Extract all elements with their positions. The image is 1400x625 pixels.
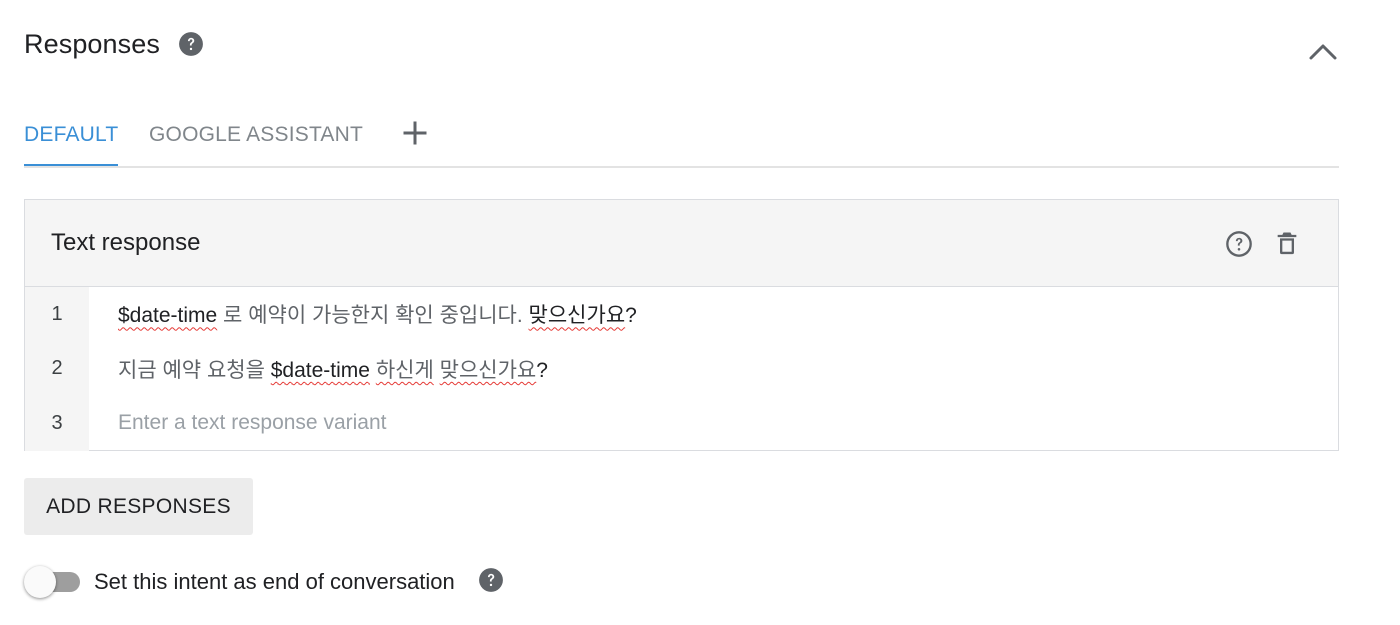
add-responses-button[interactable]: ADD RESPONSES [24,478,253,535]
row-number: 2 [25,341,89,396]
plus-icon[interactable] [402,120,428,146]
responses-header: Responses [24,24,204,64]
card-header: Text response [25,200,1338,287]
chevron-up-icon[interactable] [1306,34,1340,68]
tab-google-assistant[interactable]: GOOGLE ASSISTANT [149,108,363,164]
help-outline-icon[interactable] [1225,230,1253,258]
response-row: 2 지금 예약 요청을 $date-time 하신게 맞으신가요? [25,341,1338,396]
entity-token: $date-time [270,358,370,382]
section-title: Responses [24,28,160,59]
entity-token: $date-time [118,304,218,328]
tab-default[interactable]: DEFAULT [24,108,119,166]
toggle-knob [24,566,56,598]
misspelled-word: 맞으신가요 [439,358,537,382]
response-text[interactable]: $date-time 로 예약이 가능한지 확인 중입니다. 맞으신가요? [89,299,637,329]
response-text-segment: 로 예약이 가능한지 확인 중입니다. [217,304,529,328]
row-number: 3 [25,396,89,451]
response-text-segment: 지금 예약 요청을 [118,358,271,382]
response-row: 3 [25,396,1338,451]
row-number: 1 [25,287,89,342]
response-rows: 1 $date-time 로 예약이 가능한지 확인 중입니다. 맞으신가요? … [25,287,1338,451]
response-text-segment: ? [625,304,637,328]
misspelled-word: 맞으신가요 [528,304,626,328]
trash-icon[interactable] [1273,229,1301,257]
help-icon[interactable] [178,31,204,57]
end-conversation-label: Set this intent as end of conversation [94,569,455,594]
response-variant-input[interactable] [89,410,1020,437]
response-tabs: DEFAULT GOOGLE ASSISTANT [24,108,1339,168]
response-text[interactable]: 지금 예약 요청을 $date-time 하신게 맞으신가요? [89,354,548,384]
help-icon[interactable] [478,567,504,593]
misspelled-word: 하신게 [375,358,434,382]
end-conversation-toggle[interactable] [24,566,84,598]
text-response-card: Text response 1 $date-time 로 예약이 가능한지 확인… [24,199,1339,451]
card-title: Text response [51,229,201,256]
response-row: 1 $date-time 로 예약이 가능한지 확인 중입니다. 맞으신가요? [25,287,1338,342]
response-text-segment: ? [536,358,548,382]
